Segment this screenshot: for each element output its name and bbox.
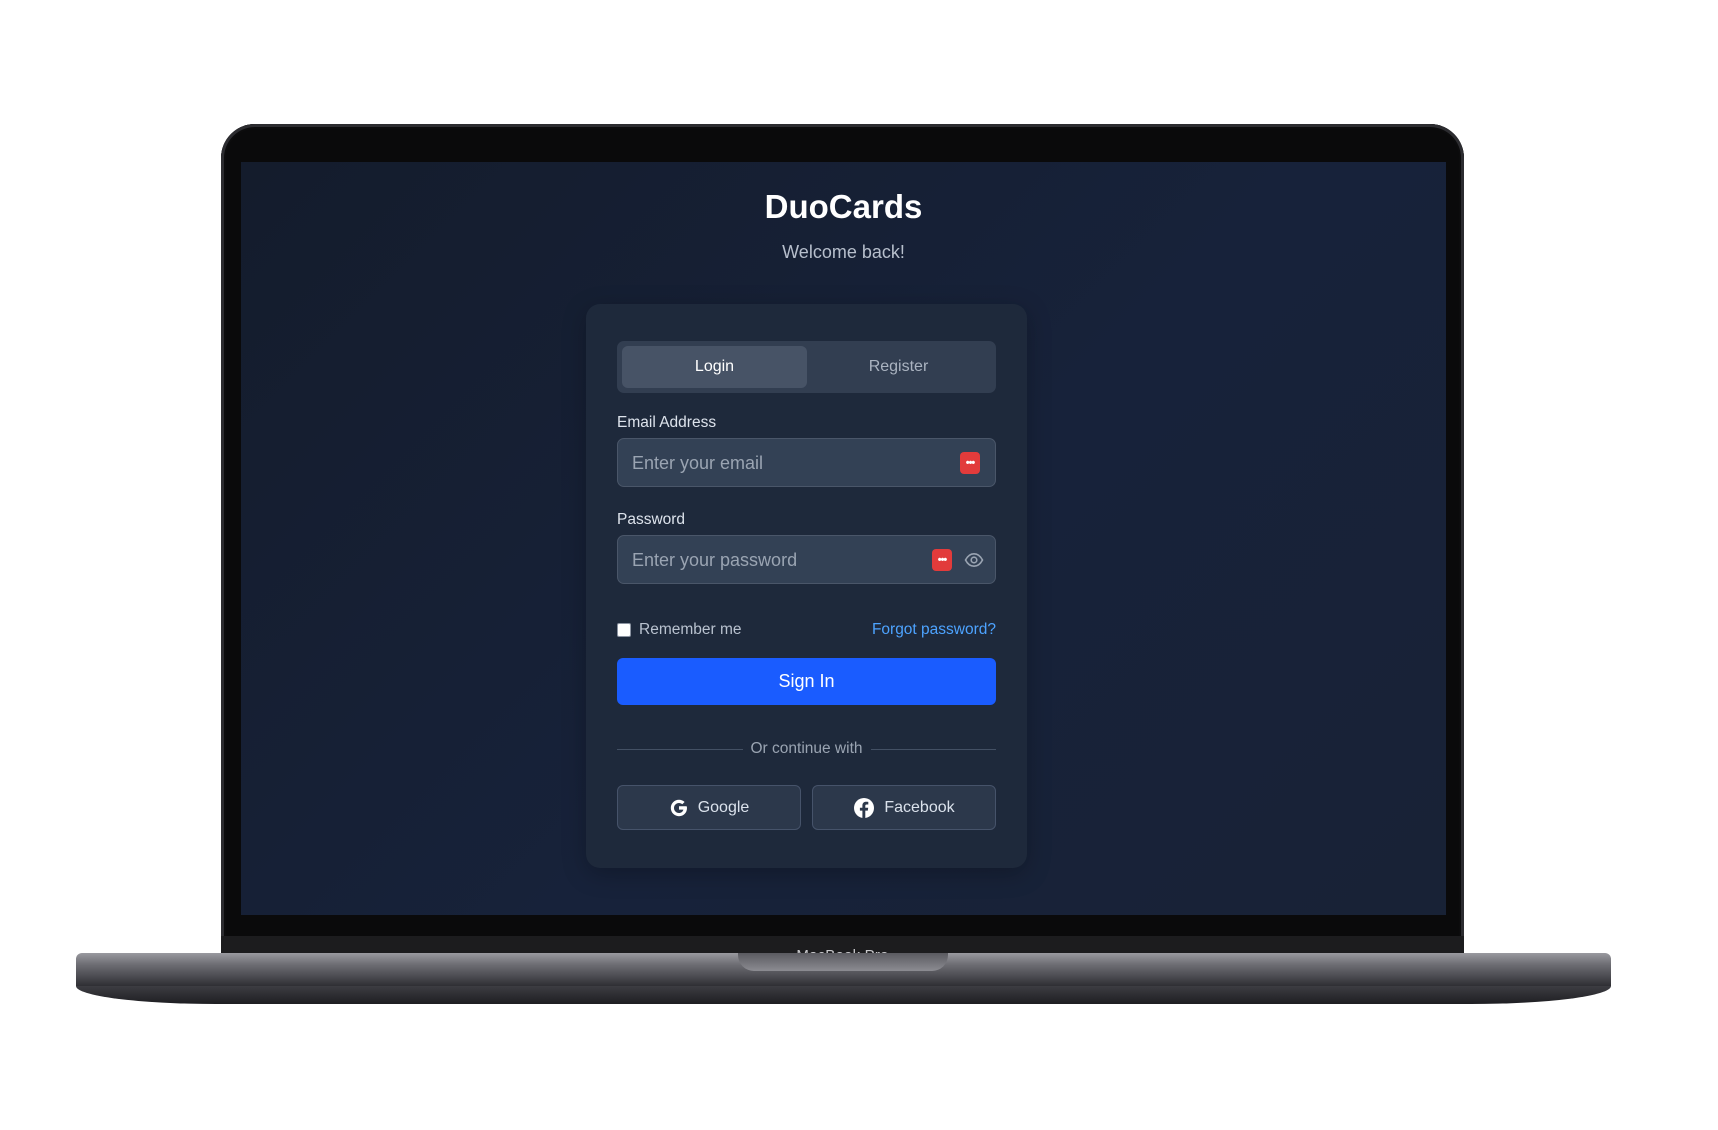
auth-card: Login Register Email Address ••• Passwor… <box>586 304 1027 868</box>
password-input[interactable] <box>630 536 914 585</box>
eye-icon[interactable] <box>964 550 984 570</box>
remember-me[interactable]: Remember me <box>617 621 742 639</box>
google-label: Google <box>697 798 750 816</box>
google-button[interactable]: Google <box>617 785 801 830</box>
laptop-base-bottom <box>76 986 1611 1004</box>
google-icon <box>670 799 687 816</box>
remember-checkbox[interactable] <box>617 623 631 637</box>
divider-label: Or continue with <box>750 740 863 757</box>
email-field: ••• <box>617 438 996 488</box>
facebook-icon <box>854 797 875 818</box>
auth-tabs: Login Register <box>617 341 996 393</box>
password-label: Password <box>617 511 686 528</box>
laptop-notch <box>738 953 948 971</box>
laptop-lid: DuoCards Welcome back! Login Register Em… <box>221 124 1464 966</box>
email-input[interactable] <box>630 439 914 488</box>
divider-line <box>870 748 996 750</box>
password-field: ••• <box>617 535 996 585</box>
tab-register[interactable]: Register <box>806 346 991 388</box>
password-manager-icon[interactable]: ••• <box>960 452 980 474</box>
tab-login[interactable]: Login <box>622 346 807 388</box>
divider: Or continue with <box>617 739 996 759</box>
forgot-password-link[interactable]: Forgot password? <box>872 621 996 639</box>
facebook-button[interactable]: Facebook <box>812 785 996 830</box>
divider-line <box>617 748 743 750</box>
facebook-label: Facebook <box>884 798 955 816</box>
app-title: DuoCards <box>764 188 923 225</box>
sign-in-button[interactable]: Sign In <box>617 658 996 705</box>
password-manager-icon[interactable]: ••• <box>932 549 952 571</box>
app-screen: DuoCards Welcome back! Login Register Em… <box>241 162 1446 915</box>
email-label: Email Address <box>617 414 717 431</box>
welcome-subtitle: Welcome back! <box>782 242 905 262</box>
remember-label: Remember me <box>639 621 742 638</box>
